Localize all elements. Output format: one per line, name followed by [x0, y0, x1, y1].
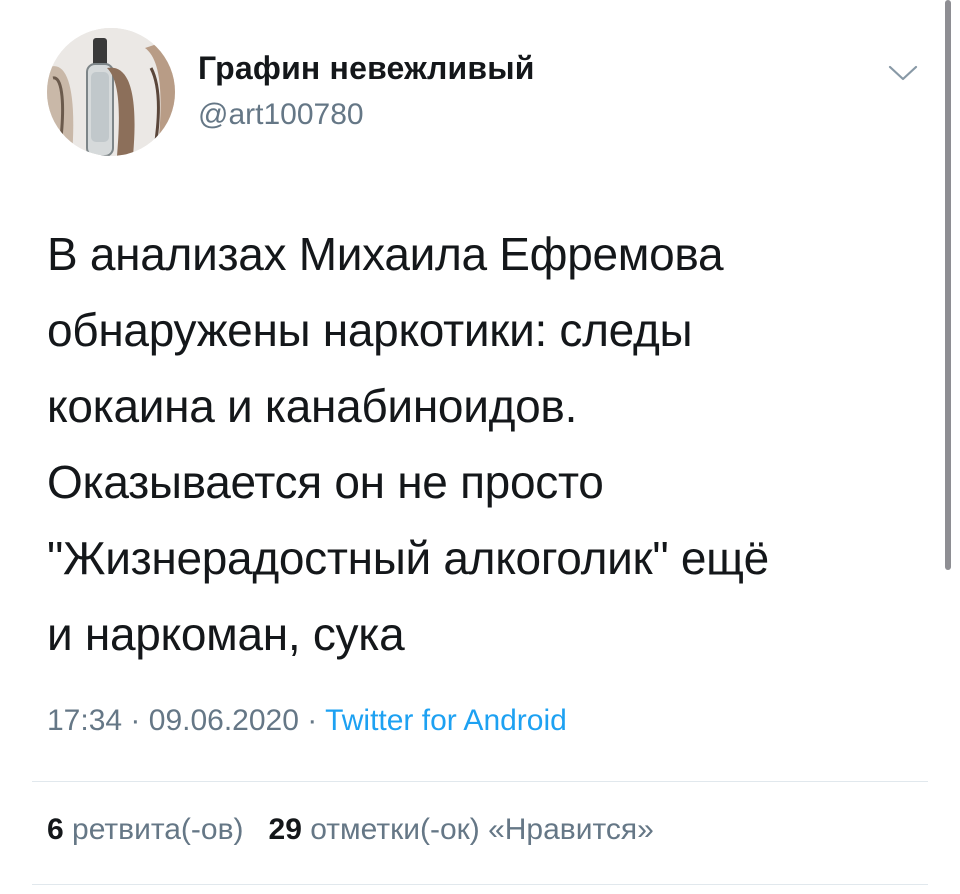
scrollbar[interactable]	[945, 0, 951, 570]
retweets-count: 6	[47, 813, 64, 846]
author-handle[interactable]: @art100780	[198, 98, 364, 132]
tweet-date[interactable]: 09.06.2020	[149, 704, 299, 737]
divider	[32, 781, 928, 782]
tweet-stats: 6 ретвита(-ов) 29 отметки(-ок) «Нравится…	[47, 813, 654, 847]
meta-separator: ·	[130, 704, 141, 737]
retweets-label: ретвита(-ов)	[72, 813, 244, 846]
retweets-stat[interactable]: 6 ретвита(-ов)	[47, 813, 244, 846]
tweet-time[interactable]: 17:34	[47, 704, 122, 737]
avatar-photo	[47, 28, 175, 156]
avatar[interactable]	[47, 28, 175, 156]
tweet-meta: 17:34 · 09.06.2020 · Twitter for Android	[47, 704, 567, 738]
meta-separator: ·	[307, 704, 318, 737]
chevron-down-icon[interactable]	[887, 62, 919, 84]
author-display-name[interactable]: Графин невежливый	[198, 50, 535, 87]
likes-count: 29	[268, 813, 302, 846]
tweet-text: В анализах Михаила Ефремова обнаружены н…	[47, 228, 769, 660]
tweet-source-link[interactable]: Twitter for Android	[325, 704, 567, 737]
likes-stat[interactable]: 29 отметки(-ок) «Нравится»	[269, 813, 654, 846]
divider	[32, 884, 928, 885]
likes-label: отметки(-ок) «Нравится»	[310, 813, 654, 846]
